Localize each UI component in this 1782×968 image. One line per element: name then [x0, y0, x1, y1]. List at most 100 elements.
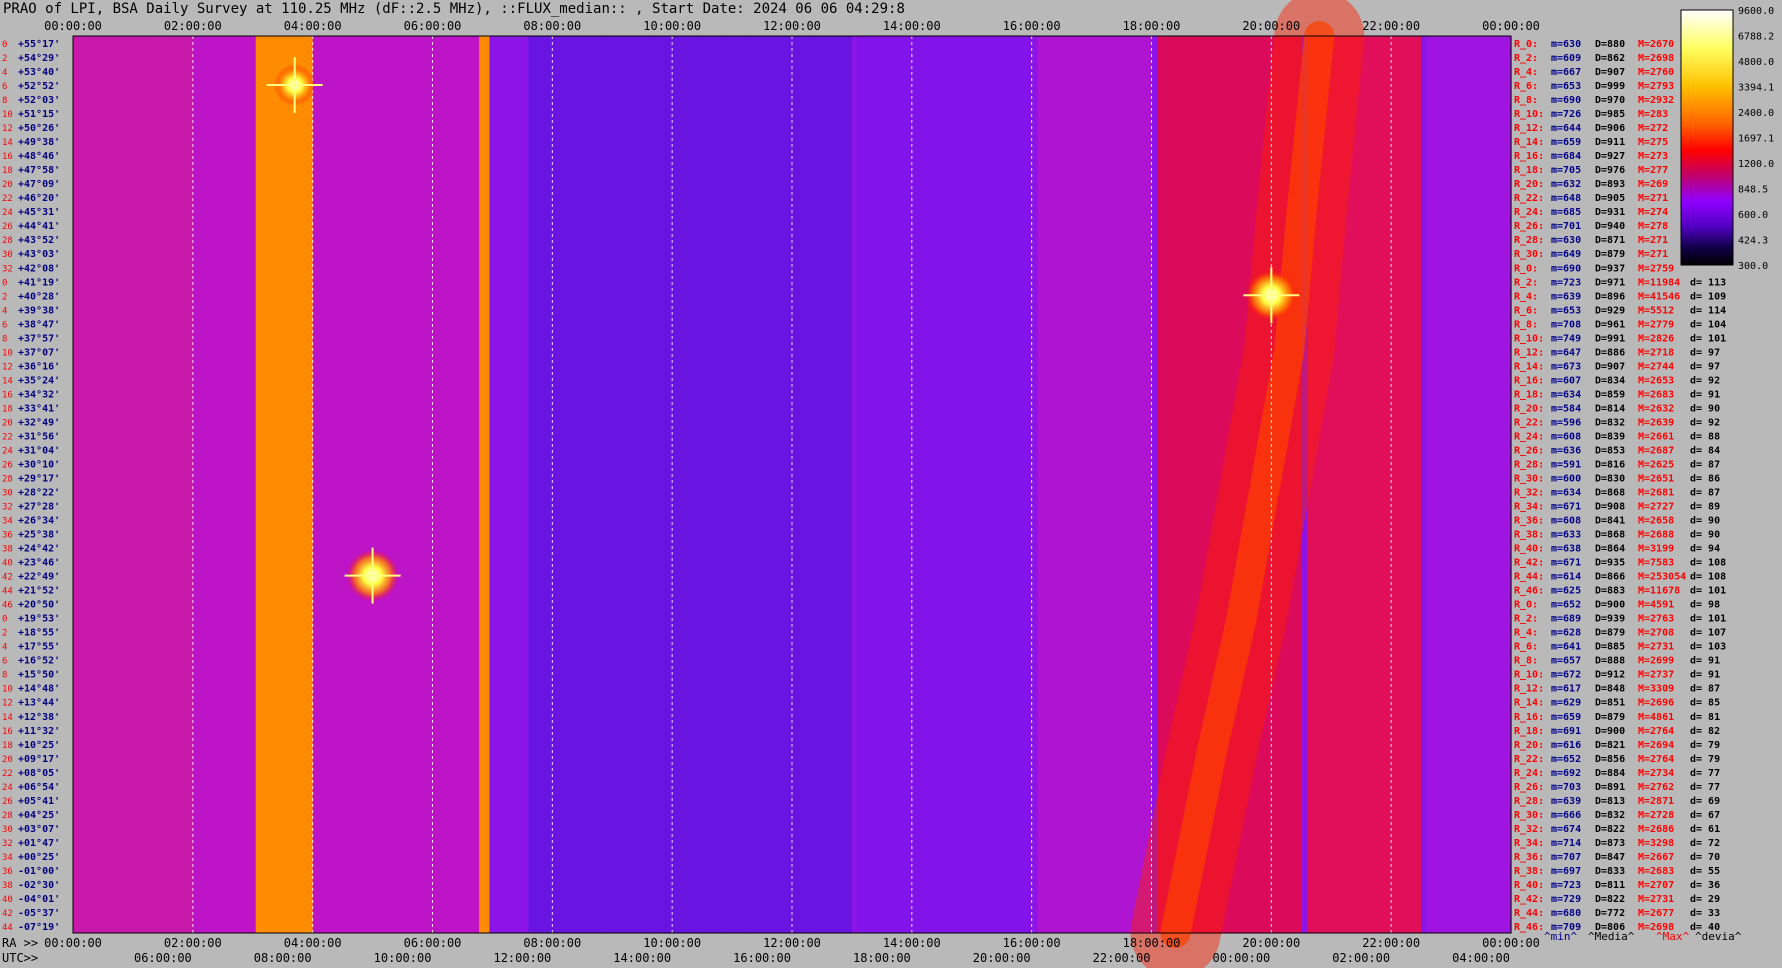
- heat-column: [1439, 36, 1446, 933]
- bottom-axis-ticks: 00:00:00 02:00:00 04:00:00 06:00:00 08:00:00…: [44, 936, 1540, 965]
- ra-tick-label: 22:00:00: [1362, 936, 1420, 950]
- heat-column: [378, 36, 386, 933]
- stat-max: M=2734: [1638, 768, 1674, 779]
- stat-deviation: d= 108: [1690, 558, 1726, 569]
- heat-column: [516, 36, 523, 933]
- colorbar-label: 1697.1: [1738, 134, 1774, 145]
- stat-min: m=617: [1551, 684, 1581, 695]
- stat-min: m=697: [1551, 866, 1581, 877]
- stat-max: M=2658: [1638, 516, 1674, 527]
- stat-deviation: d= 79: [1690, 740, 1720, 751]
- beam-declination: +06°54': [18, 782, 60, 793]
- beam-declination: +19°53': [18, 614, 60, 625]
- stat-deviation: d= 92: [1690, 417, 1720, 428]
- stat-min: m=685: [1551, 207, 1581, 218]
- heat-column: [222, 36, 230, 933]
- stat-deviation: d= 85: [1690, 698, 1720, 709]
- heat-column: [774, 36, 781, 933]
- heat-column: [114, 36, 122, 933]
- heat-column: [923, 36, 931, 933]
- heat-column: [420, 36, 428, 933]
- heat-column: [594, 36, 601, 933]
- heat-column: [636, 36, 643, 933]
- heat-column: [1127, 36, 1135, 933]
- beam-declination: +25°38': [18, 530, 60, 541]
- stat-min: m=607: [1551, 375, 1581, 386]
- stat-deviation: d= 87: [1690, 488, 1720, 499]
- stat-deviation: d= 98: [1690, 600, 1720, 611]
- stat-median: D=907: [1595, 67, 1625, 78]
- beam-declination: +17°55': [18, 642, 60, 653]
- stat-median: D=868: [1595, 530, 1625, 541]
- top-tick-label: 16:00:00: [1003, 19, 1061, 33]
- stat-median: D=839: [1595, 431, 1625, 442]
- heat-column: [150, 36, 158, 933]
- stat-max: M=271: [1638, 235, 1668, 246]
- stat-min: m=653: [1551, 81, 1581, 92]
- stat-max: M=2762: [1638, 782, 1674, 793]
- heat-column: [450, 36, 458, 933]
- heat-column: [102, 36, 110, 933]
- beam-index: 24: [2, 783, 13, 793]
- stat-max: M=273: [1638, 151, 1668, 162]
- beam-declination: +53°40': [18, 67, 60, 78]
- stat-beam: R_38:: [1514, 530, 1544, 541]
- stat-median: D=772: [1595, 908, 1625, 919]
- stat-deviation: d= 88: [1690, 431, 1720, 442]
- heat-column: [246, 36, 254, 933]
- stat-median: D=816: [1595, 459, 1625, 470]
- heat-column: [1487, 36, 1494, 933]
- beam-declination: +15°50': [18, 670, 60, 681]
- colorbar: [1680, 9, 1734, 266]
- heat-column: [1139, 36, 1147, 933]
- stat-deviation: d= 29: [1690, 894, 1720, 905]
- rfi-band-narrow: [479, 36, 490, 933]
- heat-column: [600, 36, 607, 933]
- beam-index: 18: [2, 741, 13, 751]
- stat-median: D=888: [1595, 656, 1625, 667]
- beam-index: 28: [2, 236, 13, 246]
- stat-min: m=692: [1551, 768, 1581, 779]
- stat-median: D=976: [1595, 165, 1625, 176]
- stat-median: D=971: [1595, 277, 1625, 288]
- heat-column: [1391, 36, 1398, 933]
- heat-column: [690, 36, 697, 933]
- heat-column: [797, 36, 805, 933]
- stat-beam: R_4:: [1514, 291, 1538, 302]
- beam-index: 18: [2, 166, 13, 176]
- stat-max: M=2764: [1638, 754, 1674, 765]
- heat-column: [1457, 36, 1464, 933]
- heat-column: [126, 36, 134, 933]
- beam-index: 26: [2, 460, 13, 470]
- heat-column: [672, 36, 679, 933]
- heatmap-svg: 00:00:00 02:00:00 04:00:00 06:00:00 08:00:00…: [2, 0, 1774, 968]
- stat-median: D=900: [1595, 600, 1625, 611]
- stat-min: m=726: [1551, 109, 1581, 120]
- stat-median: D=832: [1595, 417, 1625, 428]
- stat-median: D=879: [1595, 249, 1625, 260]
- stat-median: D=911: [1595, 137, 1625, 148]
- beam-index: 30: [2, 250, 13, 260]
- stat-deviation: d= 108: [1690, 572, 1726, 583]
- heat-column: [1097, 36, 1105, 933]
- beam-index: 46: [2, 601, 13, 611]
- stat-beam: R_26:: [1514, 782, 1544, 793]
- beam-declination: +26°34': [18, 516, 60, 527]
- beam-declination: +43°52': [18, 235, 60, 246]
- stat-beam: R_40:: [1514, 544, 1544, 555]
- heat-column: [899, 36, 907, 933]
- stat-median: D=891: [1595, 782, 1625, 793]
- stat-beam: R_42:: [1514, 894, 1544, 905]
- stat-median: D=833: [1595, 866, 1625, 877]
- stat-median: D=847: [1595, 852, 1625, 863]
- stat-max: M=2727: [1638, 502, 1674, 513]
- stat-median: D=873: [1595, 838, 1625, 849]
- colorbar-label: 848.5: [1738, 185, 1768, 196]
- heat-column: [1103, 36, 1111, 933]
- beam-declination: +35°24': [18, 375, 60, 386]
- stat-beam: R_30:: [1514, 810, 1544, 821]
- heat-column: [959, 36, 967, 933]
- beam-declination: -02°30': [18, 880, 60, 891]
- heat-column: [1043, 36, 1051, 933]
- stat-median: D=866: [1595, 572, 1625, 583]
